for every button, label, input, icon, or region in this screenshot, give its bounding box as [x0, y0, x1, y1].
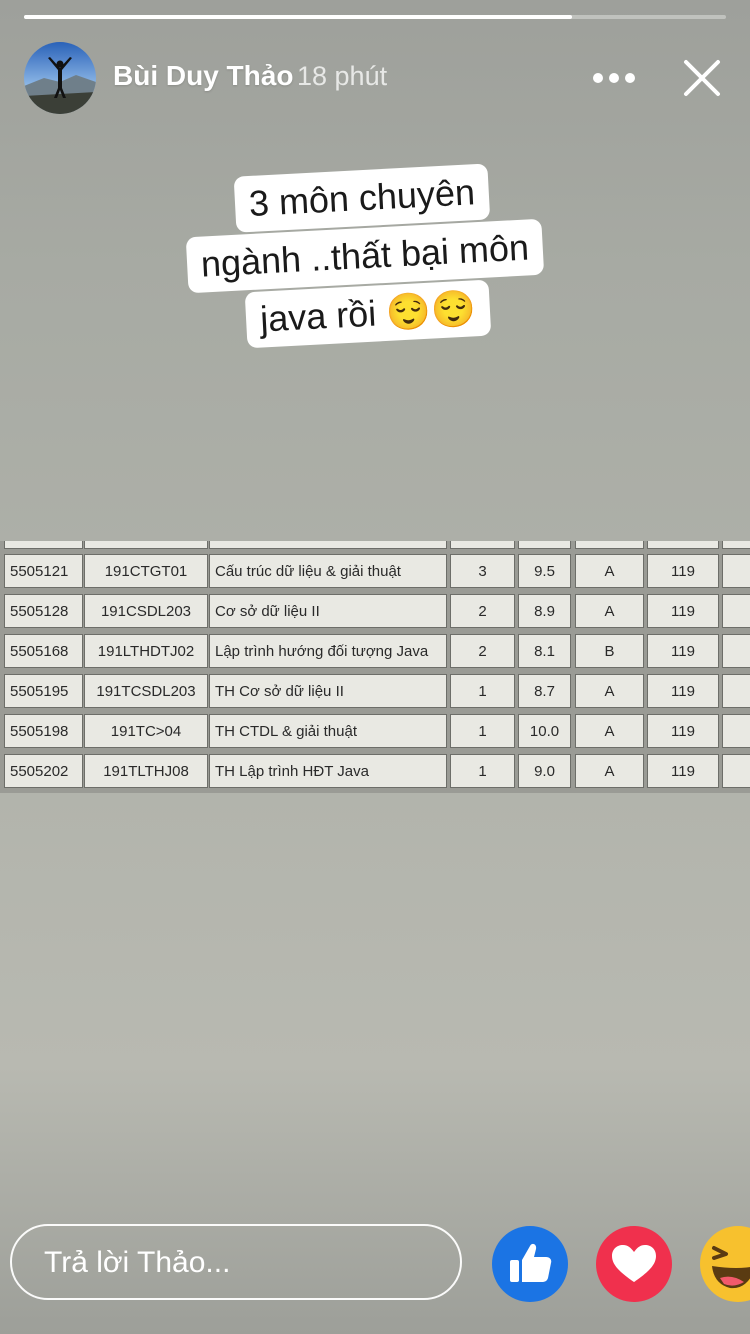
table-cell: TH CTDL & giải thuật — [209, 714, 447, 748]
table-cell — [722, 541, 750, 549]
caption-line: 3 môn chuyên — [233, 163, 491, 233]
table-cell: 8.1 — [518, 634, 571, 668]
table-cell — [209, 541, 447, 549]
table-cell — [647, 541, 719, 549]
table-cell: Cấu trúc dữ liệu & giải thuật — [209, 554, 447, 588]
reply-placeholder: Trả lời Thảo... — [44, 1246, 231, 1279]
table-cell — [4, 541, 83, 549]
table-cell: 3 — [450, 554, 515, 588]
table-cell — [722, 674, 750, 708]
table-cell: Cơ sở dữ liệu II — [209, 594, 447, 628]
caption-line: java rồi 😌😌 — [244, 279, 492, 349]
table-cell: A — [575, 554, 644, 588]
table-row: 5505202 191TLTHJ08 TH Lập trình HĐT Java 1 9… — [0, 754, 750, 790]
table-row: 5505198 191TC>04 TH CTDL & giải thuật 1 10.0… — [0, 714, 750, 750]
table-cell: A — [575, 714, 644, 748]
table-cell: 191CSDL203 — [84, 594, 208, 628]
more-options-button[interactable] — [590, 62, 638, 94]
table-cell — [518, 541, 571, 549]
table-cell: 9.0 — [518, 754, 571, 788]
like-icon — [510, 1243, 552, 1282]
table-cell: 5505195 — [4, 674, 83, 708]
story-progress-bar — [24, 15, 726, 19]
table-cell: 191CTGT01 — [84, 554, 208, 588]
grades-table: 5505121 191CTGT01 Cấu trúc dữ liệu & giải … — [0, 541, 750, 793]
table-cell: A — [575, 674, 644, 708]
close-icon — [684, 60, 720, 96]
table-cell — [722, 754, 750, 788]
table-cell: 8.7 — [518, 674, 571, 708]
table-cell — [722, 714, 750, 748]
table-cell: 191TCSDL203 — [84, 674, 208, 708]
table-cell — [722, 554, 750, 588]
table-cell: 10.0 — [518, 714, 571, 748]
table-cell — [722, 594, 750, 628]
love-reaction-button[interactable] — [596, 1226, 672, 1302]
haha-reaction-button[interactable] — [700, 1226, 750, 1302]
love-icon — [612, 1245, 656, 1282]
table-cell: 5505202 — [4, 754, 83, 788]
table-cell: 1 — [450, 674, 515, 708]
table-row: 5505168 191LTHDTJ02 Lập trình hướng đối tư… — [0, 634, 750, 670]
table-cell: 2 — [450, 634, 515, 668]
table-cell: 5505121 — [4, 554, 83, 588]
table-row: 5505195 191TCSDL203 TH Cơ sở dữ liệu II 1 8.… — [0, 674, 750, 710]
table-cell: 191TC>04 — [84, 714, 208, 748]
table-cell: 5505128 — [4, 594, 83, 628]
haha-icon — [712, 1246, 750, 1289]
like-reaction-button[interactable] — [492, 1226, 568, 1302]
table-row-partial — [0, 541, 750, 551]
table-cell: 9.5 — [518, 554, 571, 588]
table-cell: TH Lập trình HĐT Java — [209, 754, 447, 788]
table-cell: 2 — [450, 594, 515, 628]
table-cell: 191LTHDTJ02 — [84, 634, 208, 668]
table-cell: 119 — [647, 554, 719, 588]
table-cell: TH Cơ sở dữ liệu II — [209, 674, 447, 708]
avatar[interactable] — [24, 42, 96, 114]
table-cell: 191TLTHJ08 — [84, 754, 208, 788]
table-cell: 119 — [647, 754, 719, 788]
story-progress-fill — [24, 15, 572, 19]
table-cell: 119 — [647, 674, 719, 708]
table-cell: 5505168 — [4, 634, 83, 668]
table-cell: 5505198 — [4, 714, 83, 748]
table-cell: 119 — [647, 634, 719, 668]
table-row: 5505121 191CTGT01 Cấu trúc dữ liệu & giải … — [0, 554, 750, 590]
table-cell: A — [575, 594, 644, 628]
table-cell: B — [575, 634, 644, 668]
table-cell: 8.9 — [518, 594, 571, 628]
table-cell — [450, 541, 515, 549]
table-cell: A — [575, 754, 644, 788]
table-cell — [84, 541, 208, 549]
table-cell: 119 — [647, 594, 719, 628]
more-horizontal-icon — [593, 73, 635, 83]
story-author-name[interactable]: Bùi Duy Thảo — [113, 60, 293, 92]
table-row: 5505128 191CSDL203 Cơ sở dữ liệu II 2 8.9 A 11… — [0, 594, 750, 630]
story-caption: 3 môn chuyên ngành ..thất bại môn java r… — [146, 159, 585, 355]
avatar-image — [24, 42, 96, 114]
table-cell: 1 — [450, 714, 515, 748]
table-cell: Lập trình hướng đối tượng Java — [209, 634, 447, 668]
story-time: 18 phút — [297, 61, 388, 91]
reply-input[interactable]: Trả lời Thảo... — [10, 1224, 462, 1300]
close-button[interactable] — [680, 56, 724, 100]
table-cell — [722, 634, 750, 668]
table-cell: 119 — [647, 714, 719, 748]
table-cell — [575, 541, 644, 549]
table-cell: 1 — [450, 754, 515, 788]
